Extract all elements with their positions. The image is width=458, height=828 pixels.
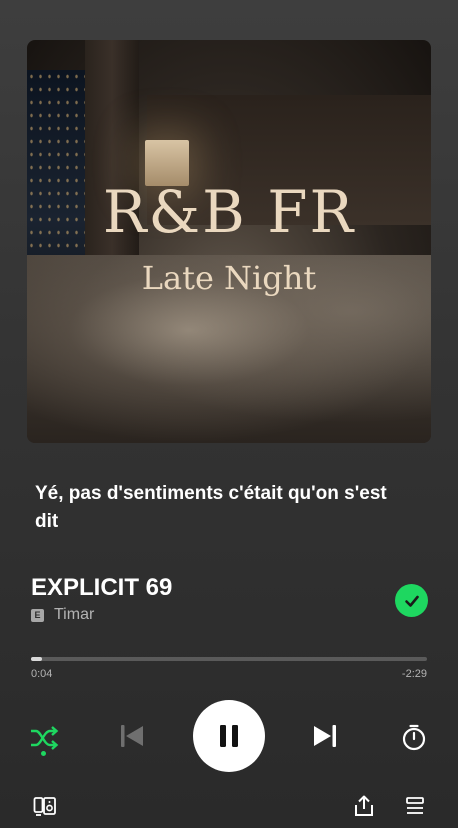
album-art-subtitle: Late Night [141,259,317,297]
connect-device-icon [33,797,56,816]
lyric-line: Yé, pas d'sentiments c'était qu'on s'est… [35,483,387,532]
pause-button[interactable] [193,700,265,772]
shuffle-active-dot [41,751,46,756]
album-art-title: R&B FR [102,178,356,246]
artist-row: E Timar [31,606,94,624]
progress-bar[interactable] [31,657,427,661]
next-button[interactable] [309,720,341,752]
skip-previous-icon [121,725,143,747]
progress-fill [31,657,42,661]
previous-button[interactable] [116,720,148,752]
track-title[interactable]: EXPLICIT 69 [31,574,172,602]
shuffle-button[interactable] [28,722,60,754]
liked-button[interactable] [395,584,428,617]
connect-devices-button[interactable] [31,792,59,820]
sleep-timer-icon [402,724,426,751]
elapsed-time: 0:04 [31,668,53,680]
album-art: R&B FR Late Night [27,40,431,443]
check-icon [404,595,419,607]
share-icon [355,795,373,816]
queue-button[interactable] [401,792,429,820]
queue-icon [406,797,424,814]
artist-name[interactable]: Timar [54,606,94,624]
shuffle-icon [31,726,59,750]
remaining-time: -2:29 [401,668,427,680]
sleep-timer-button[interactable] [398,721,430,753]
explicit-badge: E [31,608,44,622]
pause-icon [220,725,238,747]
skip-next-icon [314,725,336,747]
share-button[interactable] [350,792,378,820]
